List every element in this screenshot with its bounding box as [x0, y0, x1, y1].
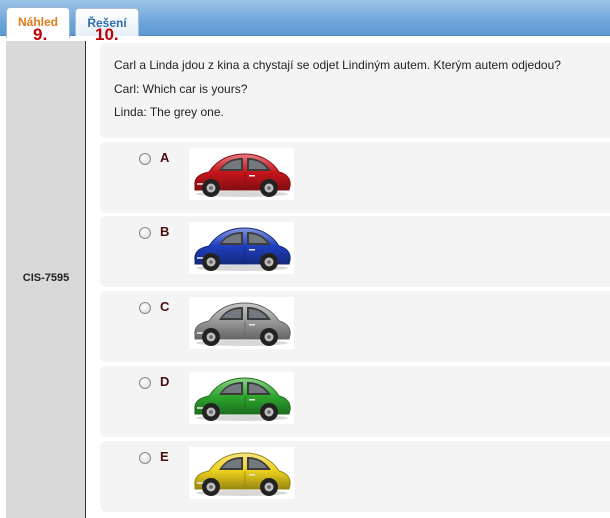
radio-button-c[interactable]	[139, 302, 151, 314]
option-letter-a: A	[160, 150, 170, 165]
answer-option-c[interactable]: C	[100, 291, 610, 362]
option-letter-c: C	[160, 299, 170, 314]
car-image-b[interactable]	[189, 222, 294, 274]
answer-option-a[interactable]: A	[100, 142, 610, 213]
car-image-d[interactable]	[189, 372, 294, 424]
dialogue-line-carl: Carl: Which car is yours?	[114, 82, 248, 96]
question-panel: Carl a Linda jdou z kina a chystají se o…	[100, 43, 610, 138]
sidebar: CIS-7595	[6, 41, 86, 518]
car-image-c[interactable]	[189, 297, 294, 349]
radio-button-b[interactable]	[139, 227, 151, 239]
radio-button-a[interactable]	[139, 153, 151, 165]
red-car-icon	[194, 153, 291, 197]
tab-bar: Náhled Řešení	[0, 0, 610, 38]
grey-car-icon	[194, 302, 291, 346]
tab-solution-number: 10.	[95, 25, 119, 44]
car-image-e[interactable]	[189, 447, 294, 499]
option-letter-e: E	[160, 449, 169, 464]
yellow-car-icon	[194, 452, 291, 496]
radio-button-e[interactable]	[139, 452, 151, 464]
answer-option-e[interactable]: E	[100, 441, 610, 512]
option-letter-b: B	[160, 224, 170, 239]
option-letter-d: D	[160, 374, 170, 389]
question-text: Carl a Linda jdou z kina a chystají se o…	[114, 58, 561, 72]
dialogue-line-linda: Linda: The grey one.	[114, 105, 224, 119]
answer-option-b[interactable]: B	[100, 216, 610, 287]
radio-button-d[interactable]	[139, 377, 151, 389]
green-car-icon	[194, 377, 291, 421]
blue-car-icon	[194, 227, 291, 271]
question-code: CIS-7595	[22, 272, 70, 284]
car-image-a[interactable]	[189, 148, 294, 200]
answer-option-d[interactable]: D	[100, 366, 610, 437]
